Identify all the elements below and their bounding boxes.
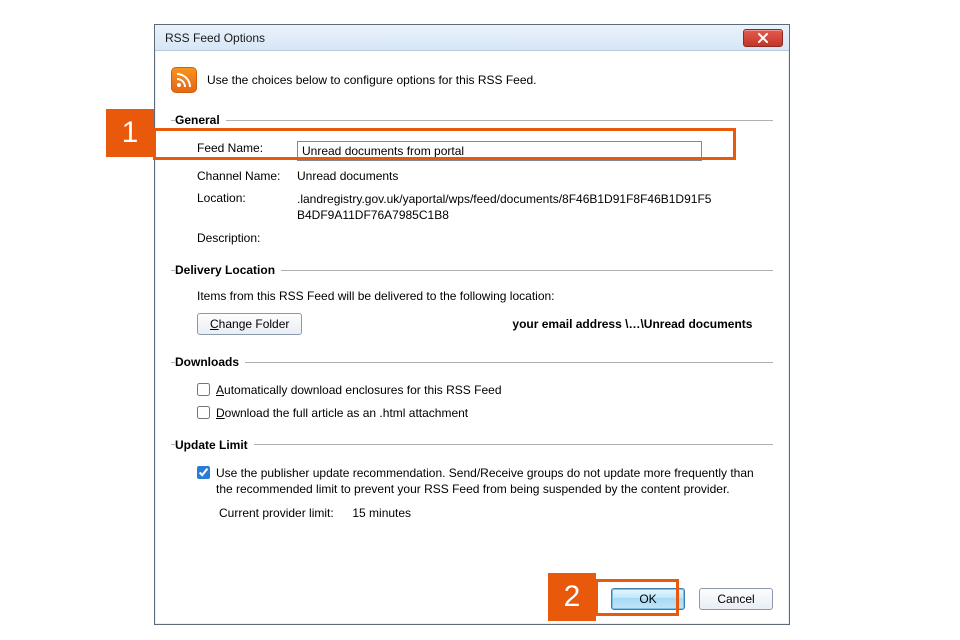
location-value: .landregistry.gov.uk/yaportal/wps/feed/d… (297, 191, 717, 223)
delivery-group: Delivery Location Items from this RSS Fe… (171, 263, 773, 345)
download-enclosures-label[interactable]: Automatically download enclosures for th… (216, 382, 769, 398)
download-enclosures-checkbox[interactable] (197, 383, 210, 396)
annotation-box-1 (153, 128, 736, 160)
rss-icon (171, 67, 197, 93)
delivery-path: your email address \…\Unread documents (332, 317, 752, 331)
titlebar: RSS Feed Options (155, 25, 789, 51)
use-publisher-recommendation-label[interactable]: Use the publisher update recommendation.… (216, 465, 769, 497)
use-publisher-recommendation-checkbox[interactable] (197, 466, 210, 479)
intro-text: Use the choices below to configure optio… (207, 73, 537, 87)
close-button[interactable] (743, 29, 783, 47)
download-full-html-label[interactable]: Download the full article as an .html at… (216, 405, 769, 421)
update-limit-legend: Update Limit (175, 438, 254, 452)
description-label: Description: (197, 231, 297, 245)
provider-limit-value: 15 minutes (352, 506, 411, 520)
provider-limit-label: Current provider limit: (219, 506, 349, 520)
update-limit-group: Update Limit Use the publisher update re… (171, 438, 773, 524)
change-folder-button[interactable]: Change Folder (197, 313, 302, 335)
annotation-badge-1: 1 (106, 109, 154, 157)
downloads-group: Downloads Automatically download enclosu… (171, 355, 773, 427)
cancel-button[interactable]: Cancel (699, 588, 773, 610)
description-value (297, 231, 769, 245)
annotation-box-2 (595, 579, 679, 616)
location-label: Location: (197, 191, 297, 223)
delivery-help-text: Items from this RSS Feed will be deliver… (175, 287, 769, 313)
annotation-badge-2: 2 (548, 573, 596, 621)
downloads-legend: Downloads (175, 355, 245, 369)
delivery-legend: Delivery Location (175, 263, 281, 277)
channel-name-value: Unread documents (297, 169, 769, 183)
window-title: RSS Feed Options (165, 31, 743, 45)
channel-name-label: Channel Name: (197, 169, 297, 183)
close-icon (758, 33, 768, 43)
general-legend: General (175, 113, 226, 127)
download-full-html-checkbox[interactable] (197, 406, 210, 419)
rss-feed-options-dialog: RSS Feed Options Use the choices below t… (154, 24, 790, 625)
